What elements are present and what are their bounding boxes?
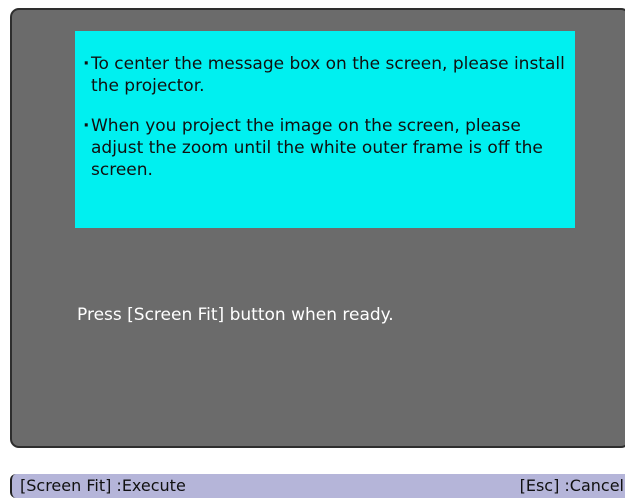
footer-bar: [Screen Fit] :Execute [Esc] :Cancel xyxy=(10,474,625,498)
cancel-hint[interactable]: [Esc] :Cancel xyxy=(520,474,624,498)
execute-hint[interactable]: [Screen Fit] :Execute xyxy=(20,474,186,498)
projector-screen-panel: · To center the message box on the scree… xyxy=(10,8,625,448)
message-bullet-zoom: · When you project the image on the scre… xyxy=(83,115,565,181)
message-bullet-text: To center the message box on the screen,… xyxy=(91,54,565,96)
ready-prompt: Press [Screen Fit] button when ready. xyxy=(77,305,394,325)
message-bullet-center: · To center the message box on the scree… xyxy=(83,53,565,97)
bullet-dot-icon: · xyxy=(83,116,90,136)
message-bullet-text: When you project the image on the screen… xyxy=(91,116,543,180)
message-box: · To center the message box on the scree… xyxy=(75,31,575,228)
bullet-dot-icon: · xyxy=(83,54,90,74)
